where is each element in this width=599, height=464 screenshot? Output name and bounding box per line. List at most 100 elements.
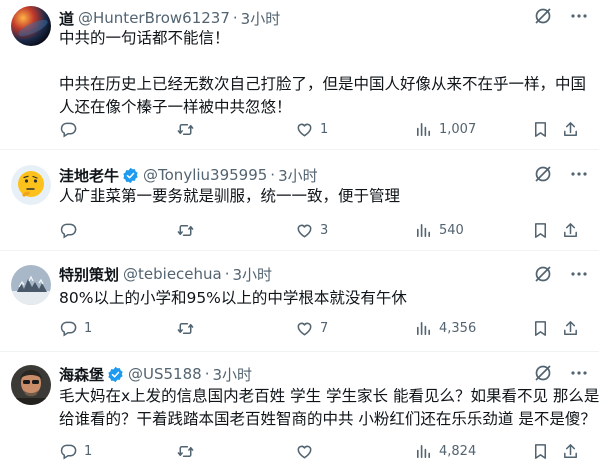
heart-icon: [297, 123, 312, 136]
timestamp[interactable]: 3小时: [233, 264, 273, 285]
verified-badge-icon: [107, 366, 124, 383]
share-icon: [564, 222, 577, 237]
tweet-text: 中共的一句话都不能信！ 中共在历史上已经无数次自己打脸了，但是中国人好像从来不在…: [59, 27, 587, 119]
reply-icon: [60, 122, 77, 138]
reply-button[interactable]: [59, 118, 84, 140]
views-button[interactable]: 4,356: [414, 317, 476, 339]
reply-button[interactable]: 1: [59, 440, 92, 462]
tweet-text: 人矿韭菜第一要务就是驯服，统一一致，便于管理: [59, 185, 583, 208]
share-button[interactable]: [561, 440, 580, 462]
timestamp[interactable]: 3小时: [212, 364, 252, 385]
views-icon: [416, 444, 431, 458]
avatar[interactable]: [11, 6, 51, 46]
like-count: 3: [320, 222, 329, 238]
bookmark-icon: [534, 222, 547, 238]
avatar[interactable]: [11, 165, 51, 205]
bookmark-icon: [534, 121, 547, 137]
like-count: 7: [320, 320, 329, 336]
more-icon[interactable]: [569, 264, 589, 284]
snow-tree-icon: [11, 265, 51, 305]
retweet-button[interactable]: [176, 219, 201, 241]
share-button[interactable]: [561, 118, 580, 140]
tweet[interactable]: 特别策划 @tebiecehua · 3小时 80%以上的小学和95%以上的中学…: [0, 251, 599, 352]
like-count: 1: [320, 121, 329, 137]
separator-dot: ·: [232, 9, 238, 27]
tweet[interactable]: 海森堡 @US5188 · 3小时 毛大妈在x上发的信息国内老百姓 学生 学生家…: [0, 352, 599, 464]
heart-icon: [297, 322, 312, 335]
like-button[interactable]: [295, 440, 320, 462]
grok-icon[interactable]: [533, 6, 553, 26]
like-button[interactable]: 7: [295, 317, 328, 339]
tweet[interactable]: 道 @HunterBrow61237 · 3小时 中共的一句话都不能信！ 中共在…: [0, 0, 599, 150]
avatar[interactable]: [11, 265, 51, 305]
author-name[interactable]: 海森堡: [59, 364, 104, 385]
avatar[interactable]: [11, 365, 51, 405]
views-icon: [416, 321, 431, 335]
reply-button[interactable]: [59, 219, 84, 241]
more-icon[interactable]: [569, 164, 589, 184]
more-icon[interactable]: [569, 363, 589, 383]
views-button[interactable]: 540: [414, 219, 464, 241]
tweet-text: 80%以上的小学和95%以上的中学根本就没有午休: [59, 287, 583, 310]
tweet-text: 毛大妈在x上发的信息国内老百姓 学生 学生家长 能看见么？如果看不见 那么是 给…: [59, 385, 599, 431]
reply-count: 1: [84, 443, 93, 459]
grok-icon[interactable]: [533, 264, 553, 284]
bookmark-button[interactable]: [531, 317, 550, 339]
views-button[interactable]: 1,007: [414, 118, 476, 140]
like-button[interactable]: 3: [295, 219, 328, 241]
views-icon: [416, 122, 431, 136]
author-name[interactable]: 特别策划: [59, 264, 119, 285]
author-handle[interactable]: @Tonyliu395995: [143, 166, 267, 184]
retweet-icon: [177, 224, 194, 236]
grok-icon[interactable]: [533, 363, 553, 383]
reply-count: 1: [84, 320, 93, 336]
views-count: 1,007: [439, 121, 477, 137]
separator-dot: ·: [270, 166, 276, 184]
retweet-icon: [177, 322, 194, 334]
bookmark-button[interactable]: [531, 440, 550, 462]
retweet-icon: [177, 123, 194, 135]
bookmark-button[interactable]: [531, 118, 550, 140]
separator-dot: ·: [204, 365, 210, 383]
author-name[interactable]: 洼地老牛: [59, 165, 119, 186]
tweet-text-line: 中共的一句话都不能信！: [59, 29, 230, 47]
tweet-text-line: 80%以上的小学和95%以上的中学根本就没有午休: [59, 289, 407, 307]
share-button[interactable]: [561, 219, 580, 241]
retweet-button[interactable]: [176, 118, 201, 140]
like-button[interactable]: 1: [295, 118, 328, 140]
tweet-text-line: 人矿韭菜第一要务就是驯服，统一一致，便于管理: [59, 187, 401, 205]
author-handle[interactable]: @tebiecehua: [123, 265, 222, 283]
verified-badge-icon: [122, 167, 139, 184]
heart-icon: [297, 224, 312, 237]
reply-icon: [60, 223, 77, 239]
thinking-face-icon: [11, 165, 51, 205]
retweet-button[interactable]: [176, 440, 201, 462]
share-icon: [564, 443, 577, 458]
retweet-button[interactable]: [176, 317, 201, 339]
author-handle[interactable]: @HunterBrow61237: [78, 9, 230, 27]
share-button[interactable]: [561, 317, 580, 339]
author-name[interactable]: 道: [59, 8, 74, 29]
bookmark-button[interactable]: [531, 219, 550, 241]
share-icon: [564, 320, 577, 335]
tweet-text-line: 人还在像个榛子一样被中共忽悠！: [59, 98, 292, 116]
views-icon: [416, 223, 431, 237]
bookmark-icon: [534, 443, 547, 459]
views-button[interactable]: 4,824: [414, 440, 476, 462]
more-icon[interactable]: [569, 6, 589, 26]
timestamp[interactable]: 3小时: [241, 8, 281, 29]
galaxy-avatar-icon: [11, 6, 51, 46]
man-photo-icon: [11, 365, 51, 405]
reply-button[interactable]: 1: [59, 317, 92, 339]
views-count: 4,356: [439, 320, 477, 336]
tweet-text-line: 给谁看的？干着践踏本国老百姓智商的中共 小粉红们还在乐乐劲道 是不是傻？: [59, 410, 596, 428]
timestamp[interactable]: 3小时: [278, 165, 318, 186]
views-count: 4,824: [439, 443, 477, 459]
tweet[interactable]: 洼地老牛 @Tonyliu395995 · 3小时 人矿韭菜第一要务就是驯服，统…: [0, 150, 599, 251]
author-handle[interactable]: @US5188: [128, 365, 202, 383]
reply-icon: [60, 321, 77, 337]
tweet-text-line: 中共在历史上已经无数次自己打脸了，但是中国人好像从来不在乎一样，中国: [59, 75, 587, 93]
grok-icon[interactable]: [533, 164, 553, 184]
share-icon: [564, 121, 577, 136]
tweet-text-line: [59, 50, 583, 73]
